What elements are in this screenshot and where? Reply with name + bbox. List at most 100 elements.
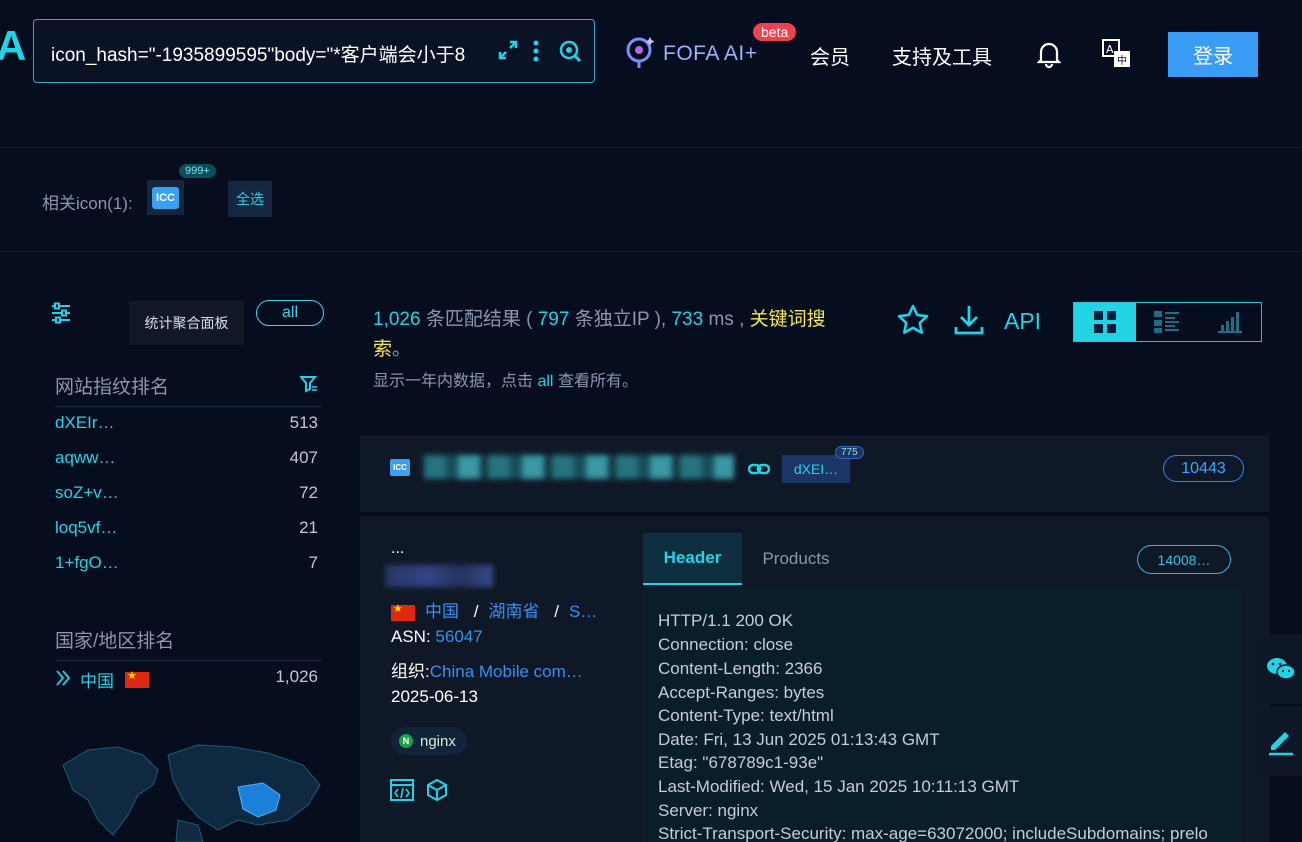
code-icon[interactable] bbox=[390, 779, 414, 806]
province-link[interactable]: 湖南省 bbox=[488, 602, 539, 621]
notice-suffix: 查看所有。 bbox=[557, 373, 638, 390]
more-vertical-icon[interactable] bbox=[530, 39, 542, 69]
cert-badge[interactable]: 14008… bbox=[1137, 545, 1231, 574]
fingerprint-name[interactable]: soZ+v… bbox=[55, 483, 119, 503]
filter-settings-icon[interactable] bbox=[50, 302, 72, 330]
fingerprint-tag[interactable]: dXEI… bbox=[782, 455, 850, 483]
ip-address[interactable] bbox=[385, 565, 493, 587]
bell-icon[interactable] bbox=[1036, 40, 1062, 73]
logo[interactable]: A bbox=[0, 22, 26, 70]
header-line: HTTP/1.1 200 OK bbox=[658, 611, 794, 630]
search-icon[interactable] bbox=[558, 39, 582, 69]
host-url-link[interactable] bbox=[424, 455, 734, 479]
grid-icon bbox=[1094, 311, 1117, 333]
grid-view-button[interactable] bbox=[1074, 303, 1137, 341]
fingerprint-rank-title: 网站指纹排名 bbox=[55, 377, 170, 398]
header-line: Last-Modified: Wed, 15 Jan 2025 10:11:13… bbox=[658, 777, 1020, 796]
login-button[interactable]: 登录 bbox=[1168, 32, 1258, 77]
asn-label: ASN: bbox=[391, 627, 431, 646]
keyword-search-link-cont[interactable]: 索 bbox=[373, 339, 392, 360]
view-switcher bbox=[1073, 302, 1262, 342]
data-range-notice: 显示一年内数据，点击 all 查看所有。 bbox=[373, 367, 638, 391]
search-input[interactable]: icon_hash="-1935899595"body="*客户端会小于8 bbox=[51, 40, 491, 67]
fingerprint-name[interactable]: aqww… bbox=[55, 448, 115, 468]
filter-icon[interactable] bbox=[298, 375, 318, 398]
select-all-button[interactable]: 全选 bbox=[228, 181, 272, 217]
wechat-icon bbox=[1266, 658, 1296, 680]
header-line: Etag: "678789c1-93e" bbox=[658, 753, 824, 772]
feedback-button[interactable] bbox=[1259, 706, 1302, 776]
all-toggle[interactable]: all bbox=[256, 300, 324, 326]
separator: / bbox=[554, 602, 559, 621]
ai-label: FOFA AI+ bbox=[663, 42, 758, 65]
org-row: 组织:China Mobile com… bbox=[391, 657, 601, 682]
fofa-ai-link[interactable]: FOFA AI+ bbox=[625, 36, 757, 72]
related-icon-row: 相关icon(1): ICC 999+ 全选 bbox=[0, 149, 1302, 252]
country-name[interactable]: 中国 bbox=[80, 667, 114, 692]
period: 。 bbox=[392, 339, 412, 360]
fingerprint-item[interactable]: 1+fgO… 7 bbox=[55, 553, 318, 579]
tab-header[interactable]: Header bbox=[643, 533, 742, 585]
china-flag-icon: ★ bbox=[125, 670, 149, 688]
fingerprint-name[interactable]: 1+fgO… bbox=[55, 553, 119, 573]
list-icon bbox=[1154, 311, 1180, 333]
http-header-panel: HTTP/1.1 200 OK Connection: close Conten… bbox=[643, 587, 1243, 842]
edit-icon bbox=[1268, 732, 1293, 756]
divider bbox=[55, 406, 322, 407]
nginx-icon: N bbox=[399, 734, 413, 748]
search-box[interactable]: icon_hash="-1935899595"body="*客户端会小于8 bbox=[33, 19, 595, 83]
cube-icon[interactable] bbox=[427, 778, 447, 806]
header-line: Strict-Transport-Security: max-age=63072… bbox=[658, 824, 1208, 842]
wechat-button[interactable] bbox=[1259, 634, 1302, 704]
expand-icon[interactable] bbox=[497, 39, 519, 67]
fingerprint-item[interactable]: dXEIr… 513 bbox=[55, 413, 318, 439]
api-link[interactable]: API bbox=[1004, 308, 1041, 335]
list-view-button[interactable] bbox=[1136, 303, 1198, 341]
site-favicon: ICC bbox=[390, 459, 410, 476]
link-icon[interactable] bbox=[747, 462, 771, 481]
icon-count-badge: 999+ bbox=[179, 164, 216, 178]
port-badge[interactable]: 10443 bbox=[1163, 455, 1244, 482]
fingerprint-item[interactable]: loq5vf… 21 bbox=[55, 518, 318, 544]
header-line: Connection: close bbox=[658, 635, 794, 654]
location: 中国 / 湖南省 / S… bbox=[391, 597, 597, 622]
query-time: 733 bbox=[671, 309, 704, 330]
icc-icon-filter[interactable]: ICC bbox=[147, 180, 184, 215]
tech-tag-nginx[interactable]: N nginx bbox=[391, 727, 467, 755]
download-icon[interactable] bbox=[952, 303, 986, 342]
bar-chart-icon bbox=[1217, 312, 1242, 333]
tab-products[interactable]: Products bbox=[742, 533, 850, 585]
star-icon[interactable] bbox=[896, 303, 930, 342]
keyword-search-link[interactable]: 关键词搜 bbox=[750, 309, 826, 330]
unique-ip-count: 797 bbox=[537, 309, 570, 330]
chart-view-button[interactable] bbox=[1199, 303, 1261, 341]
country-link[interactable]: 中国 bbox=[425, 602, 459, 621]
chevron-double-right-icon bbox=[55, 669, 71, 692]
svg-text:A: A bbox=[1106, 43, 1114, 56]
stat-panel-tooltip: 统计聚合面板 bbox=[129, 301, 244, 345]
org-link[interactable]: China Mobile com… bbox=[430, 662, 583, 681]
fingerprint-count: 407 bbox=[289, 448, 318, 467]
country-item[interactable]: 中国 ★ 1,026 bbox=[55, 667, 318, 693]
total-count: 1,026 bbox=[373, 309, 421, 330]
ai-icon bbox=[625, 34, 657, 75]
date: 2025-06-13 bbox=[391, 687, 478, 706]
world-map[interactable] bbox=[58, 725, 328, 842]
nav-tools[interactable]: 支持及工具 bbox=[892, 41, 992, 70]
asn-row: ASN: 56047 bbox=[391, 627, 483, 647]
nav-member[interactable]: 会员 bbox=[810, 41, 850, 70]
fingerprint-item[interactable]: soZ+v… 72 bbox=[55, 483, 318, 509]
svg-text:中: 中 bbox=[1117, 54, 1127, 67]
top-bar: A icon_hash="-1935899595"body="*客户端会小于8 … bbox=[0, 0, 1302, 148]
fingerprint-count: 7 bbox=[308, 553, 318, 572]
fingerprint-name[interactable]: loq5vf… bbox=[55, 518, 117, 538]
divider bbox=[55, 660, 322, 661]
header-line: Content-Length: 2366 bbox=[658, 659, 823, 678]
notice-all-link[interactable]: all bbox=[537, 373, 553, 390]
fingerprint-name[interactable]: dXEIr… bbox=[55, 413, 115, 433]
translate-icon[interactable]: A中 bbox=[1102, 39, 1132, 74]
asn-link[interactable]: 56047 bbox=[435, 627, 482, 646]
related-icon-label: 相关icon(1): bbox=[42, 194, 133, 213]
city-link[interactable]: S… bbox=[569, 602, 597, 621]
fingerprint-item[interactable]: aqww… 407 bbox=[55, 448, 318, 474]
